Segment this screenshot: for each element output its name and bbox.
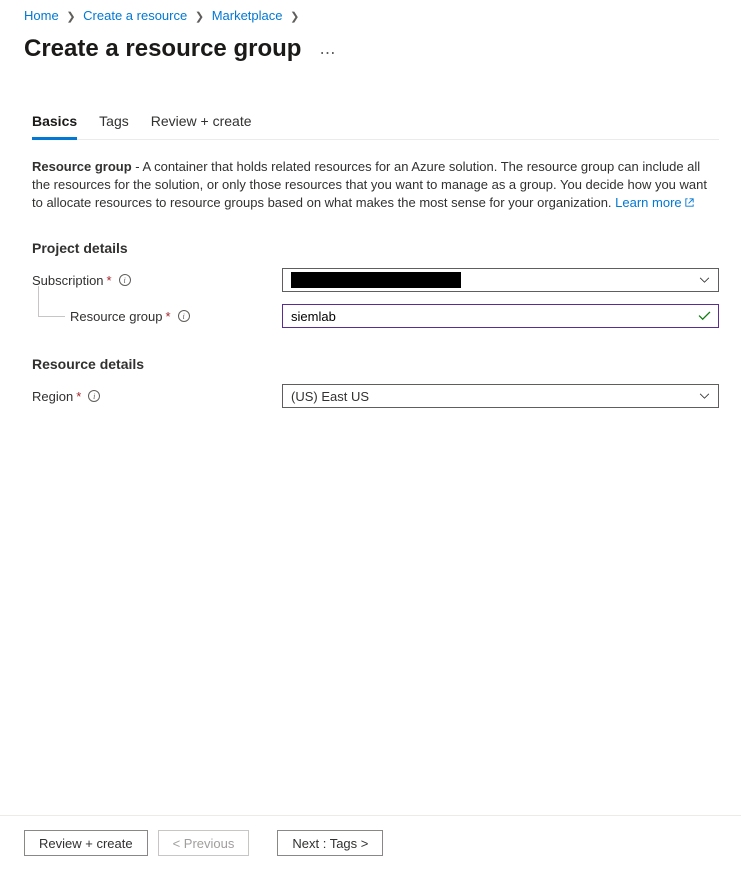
- more-actions-button[interactable]: ⋯: [319, 43, 336, 63]
- learn-more-link[interactable]: Learn more: [615, 195, 694, 210]
- next-button[interactable]: Next : Tags >: [277, 830, 383, 856]
- tab-review-create[interactable]: Review + create: [151, 105, 252, 140]
- tab-basics[interactable]: Basics: [32, 105, 77, 140]
- subscription-label: Subscription * i: [32, 273, 282, 288]
- resource-group-input[interactable]: [282, 304, 719, 328]
- previous-button: < Previous: [158, 830, 250, 856]
- info-icon[interactable]: i: [88, 390, 100, 402]
- chevron-down-icon: [699, 277, 710, 284]
- chevron-right-icon: ❯: [195, 11, 204, 23]
- chevron-right-icon: ❯: [66, 11, 75, 23]
- external-link-icon: [684, 197, 695, 208]
- review-create-button[interactable]: Review + create: [24, 830, 148, 856]
- redacted-value: [291, 272, 461, 288]
- page-title: Create a resource group: [24, 35, 301, 63]
- breadcrumb: Home ❯ Create a resource ❯ Marketplace ❯: [0, 0, 741, 29]
- breadcrumb-home[interactable]: Home: [24, 8, 59, 23]
- required-indicator: *: [166, 309, 171, 324]
- check-icon: [698, 311, 711, 321]
- breadcrumb-create-resource[interactable]: Create a resource: [83, 8, 187, 23]
- footer-actions: Review + create < Previous Next : Tags >: [0, 815, 741, 870]
- info-icon[interactable]: i: [178, 310, 190, 322]
- subscription-select[interactable]: [282, 268, 719, 292]
- resource-details-heading: Resource details: [32, 356, 719, 372]
- region-label: Region * i: [32, 389, 282, 404]
- description-text: Resource group - A container that holds …: [32, 158, 719, 212]
- page-header: Create a resource group ⋯: [0, 29, 741, 77]
- resource-group-label: Resource group * i: [70, 309, 282, 324]
- chevron-right-icon: ❯: [290, 11, 299, 23]
- tab-tags[interactable]: Tags: [99, 105, 129, 140]
- breadcrumb-marketplace[interactable]: Marketplace: [212, 8, 283, 23]
- required-indicator: *: [107, 273, 112, 288]
- required-indicator: *: [76, 389, 81, 404]
- tabs: Basics Tags Review + create: [32, 105, 719, 140]
- info-icon[interactable]: i: [119, 274, 131, 286]
- chevron-down-icon: [699, 393, 710, 400]
- project-details-heading: Project details: [32, 240, 719, 256]
- region-select[interactable]: (US) East US: [282, 384, 719, 408]
